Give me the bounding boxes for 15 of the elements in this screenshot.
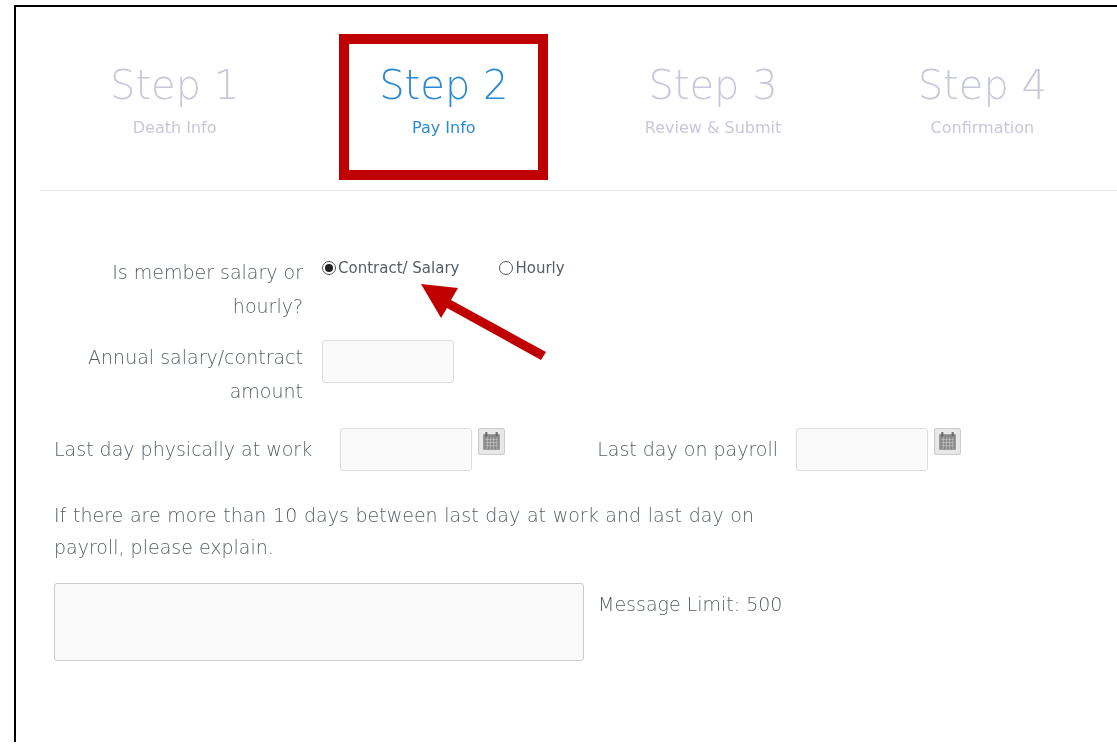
step-tab[interactable]: Step 2 Pay Info <box>339 34 549 180</box>
salary-input[interactable] <box>322 340 454 383</box>
field-label: Annual salary/contract amount <box>87 345 304 404</box>
date-input[interactable] <box>340 428 473 471</box>
calendar-icon[interactable] <box>478 428 506 455</box>
radio-option[interactable]: Contract/ Salary <box>322 259 460 277</box>
field-label: Is member salary or hourly? <box>111 260 304 319</box>
field-label: Last day on payroll <box>597 437 778 462</box>
date-input[interactable] <box>796 428 928 471</box>
calendar-icon[interactable] <box>934 428 961 455</box>
explanation-textarea[interactable] <box>54 583 584 661</box>
radio-option[interactable]: Hourly <box>499 259 565 277</box>
field-label: Last day physically at work <box>54 437 313 462</box>
message-limit: Message Limit: 500 <box>598 593 783 615</box>
explanation-prompt: If there are more than 10 days between last day at work and last day on payroll, please explain. <box>54 503 754 560</box>
